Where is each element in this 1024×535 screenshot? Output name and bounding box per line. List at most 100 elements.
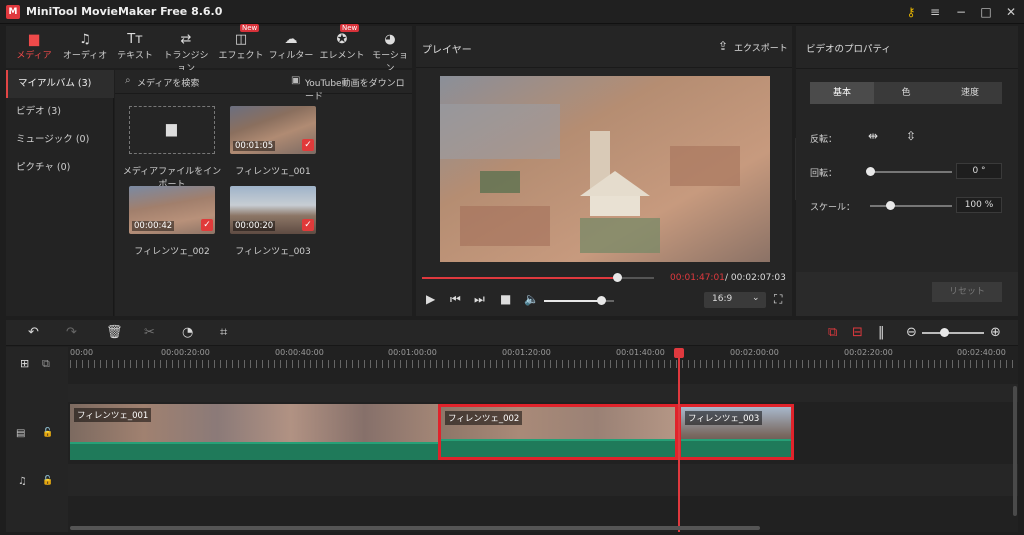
volume-fill: [544, 300, 602, 302]
export-button[interactable]: エクスポート: [734, 41, 788, 54]
timeline-toolbar: ↶ ↷ 🗑 ✂ ◔ ⌗ ⧉ ⊟ ‖ ⊖ ⊕: [6, 320, 1018, 346]
media-thumbnail[interactable]: 00:00:20 ✓: [230, 186, 316, 234]
volume-icon[interactable]: 🔈: [524, 292, 539, 306]
scale-slider[interactable]: [870, 205, 952, 207]
undo-icon[interactable]: ↶: [28, 325, 39, 340]
youtube-download-link[interactable]: YouTube動画をダウンロード: [305, 76, 412, 102]
close-button[interactable]: ✕: [1002, 4, 1020, 20]
delete-icon[interactable]: 🗑: [106, 325, 123, 340]
volume-handle[interactable]: [597, 296, 607, 305]
timeline-clip-selected[interactable]: フィレンツェ_003: [678, 404, 794, 460]
text-icon: Tт: [127, 32, 143, 47]
reset-button[interactable]: リセット: [932, 282, 1002, 302]
tab-color[interactable]: 色: [874, 82, 938, 104]
fullscreen-icon[interactable]: ⛶: [774, 292, 782, 307]
vertical-scrollbar[interactable]: [1013, 386, 1017, 516]
key-icon[interactable]: ⚷: [902, 4, 920, 20]
tab-element-label: エレメント: [319, 51, 365, 61]
maximize-button[interactable]: □: [977, 4, 995, 20]
media-file-name: フィレンツェ_003: [235, 247, 311, 257]
tab-basic[interactable]: 基本: [810, 82, 874, 104]
clip-audio-bar: [441, 439, 675, 457]
stop-icon[interactable]: ■: [500, 292, 511, 306]
tab-transition[interactable]: ⇄ トランジション: [160, 26, 212, 74]
tab-audio-label: オーディオ: [62, 51, 108, 61]
media-thumbnail[interactable]: 00:01:05 ✓: [230, 106, 316, 154]
duration-label: 00:00:20: [233, 221, 276, 231]
clip-name: フィレンツェ_003: [685, 411, 763, 425]
search-icon[interactable]: ⌕: [125, 75, 131, 86]
playback-progress-handle[interactable]: [612, 273, 622, 282]
new-badge: New: [240, 24, 260, 32]
ruler-label: 00:00: [70, 348, 94, 357]
tab-motion[interactable]: ◕ モーション: [368, 26, 412, 74]
tab-text[interactable]: Tт テキスト: [114, 26, 156, 68]
properties-panel: ビデオのプロパティ 基本 色 速度 反転： ⇹ ⇳ 回転： 0 ° スケール： …: [796, 26, 1018, 316]
sidebar-item-my-album[interactable]: マイアルバム (3): [6, 70, 114, 98]
timeline-ruler[interactable]: 00:00 00:00:20:00 00:00:40:00 00:01:00:0…: [70, 348, 1018, 370]
flip-vertical-icon[interactable]: ⇳: [906, 129, 916, 143]
copy-track-icon[interactable]: ⧉: [42, 357, 50, 371]
divider: [796, 68, 1018, 69]
properties-title: ビデオのプロパティ: [806, 44, 891, 55]
crop-icon[interactable]: ⌗: [220, 325, 227, 340]
horizontal-scrollbar[interactable]: [70, 526, 760, 530]
add-track-icon[interactable]: ⊞: [20, 357, 29, 370]
export-icon: ⇪: [718, 39, 729, 53]
search-media-input[interactable]: メディアを検索: [137, 76, 199, 89]
zoom-slider[interactable]: [922, 332, 984, 334]
empty-track-lane: [68, 384, 1018, 402]
rotate-value[interactable]: 0 °: [956, 163, 1002, 179]
folder-icon: ▆: [166, 121, 177, 137]
timeline-clip[interactable]: フィレンツェ_001: [70, 404, 438, 460]
scale-label: スケール：: [810, 203, 856, 213]
tab-audio[interactable]: ♫ オーディオ: [62, 26, 108, 68]
rotate-slider[interactable]: [870, 171, 952, 173]
import-media-tile[interactable]: ▆: [129, 106, 215, 154]
ruler-label: 00:01:20:00: [502, 348, 551, 357]
minimize-button[interactable]: −: [952, 4, 970, 20]
flip-horizontal-icon[interactable]: ⇹: [868, 129, 878, 143]
aspect-ratio-select[interactable]: 16:9 ⌄: [704, 292, 766, 308]
tab-media[interactable]: ▆ メディア: [12, 26, 56, 68]
tab-element[interactable]: New ✪ エレメント: [318, 24, 366, 68]
timeline-panel: ↶ ↷ 🗑 ✂ ◔ ⌗ ⧉ ⊟ ‖ ⊖ ⊕ ⊞ ⧉ ▤ 🔓 ♫ 🔓 00:00 …: [6, 320, 1018, 532]
cut-marker-icon[interactable]: ⊟: [852, 325, 863, 340]
lock-icon[interactable]: 🔓: [42, 476, 53, 486]
check-icon: ✓: [201, 219, 213, 231]
next-frame-icon[interactable]: ⏭: [474, 292, 485, 307]
tab-speed[interactable]: 速度: [938, 82, 1002, 104]
media-thumbnail[interactable]: 00:00:42 ✓: [129, 186, 215, 234]
video-preview: [440, 76, 770, 262]
zoom-out-icon[interactable]: ⊖: [906, 325, 917, 340]
split-clip-icon[interactable]: ⧉: [828, 325, 837, 340]
sidebar-item-music[interactable]: ミュージック (0): [6, 126, 114, 154]
timeline-clip-selected[interactable]: フィレンツェ_002: [438, 404, 678, 460]
media-sidebar: マイアルバム (3) ビデオ (3) ミュージック (0) ピクチャ (0): [6, 70, 114, 316]
tab-effect[interactable]: New ◫ エフェクト: [218, 24, 264, 68]
media-file-name: フィレンツェ_001: [235, 167, 311, 177]
ruler-label: 00:01:00:00: [388, 348, 437, 357]
lock-icon[interactable]: 🔓: [42, 428, 53, 438]
previous-frame-icon[interactable]: ⏮: [450, 292, 461, 307]
sidebar-item-video[interactable]: ビデオ (3): [6, 98, 114, 126]
video-frame: [440, 76, 770, 262]
rotate-slider-handle[interactable]: [866, 167, 875, 176]
video-track-icon: ▤: [16, 428, 26, 439]
split-icon[interactable]: ✂: [144, 325, 155, 340]
ruler-label: 00:00:40:00: [275, 348, 324, 357]
audio-wave-icon[interactable]: ‖: [878, 325, 885, 340]
speed-icon[interactable]: ◔: [182, 325, 193, 340]
sidebar-item-picture[interactable]: ピクチャ (0): [6, 154, 114, 182]
scale-value[interactable]: 100 %: [956, 197, 1002, 213]
ruler-ticks: [70, 360, 1018, 368]
flip-label: 反転：: [810, 135, 838, 145]
music-track-lane: [68, 464, 1018, 496]
zoom-slider-handle[interactable]: [940, 328, 949, 337]
zoom-in-icon[interactable]: ⊕: [990, 325, 1001, 340]
play-icon[interactable]: ▶: [426, 292, 435, 306]
menu-icon[interactable]: ≡: [926, 4, 944, 20]
scale-slider-handle[interactable]: [886, 201, 895, 210]
tab-filter[interactable]: ☁ フィルター: [268, 26, 314, 68]
redo-icon[interactable]: ↷: [66, 325, 77, 340]
